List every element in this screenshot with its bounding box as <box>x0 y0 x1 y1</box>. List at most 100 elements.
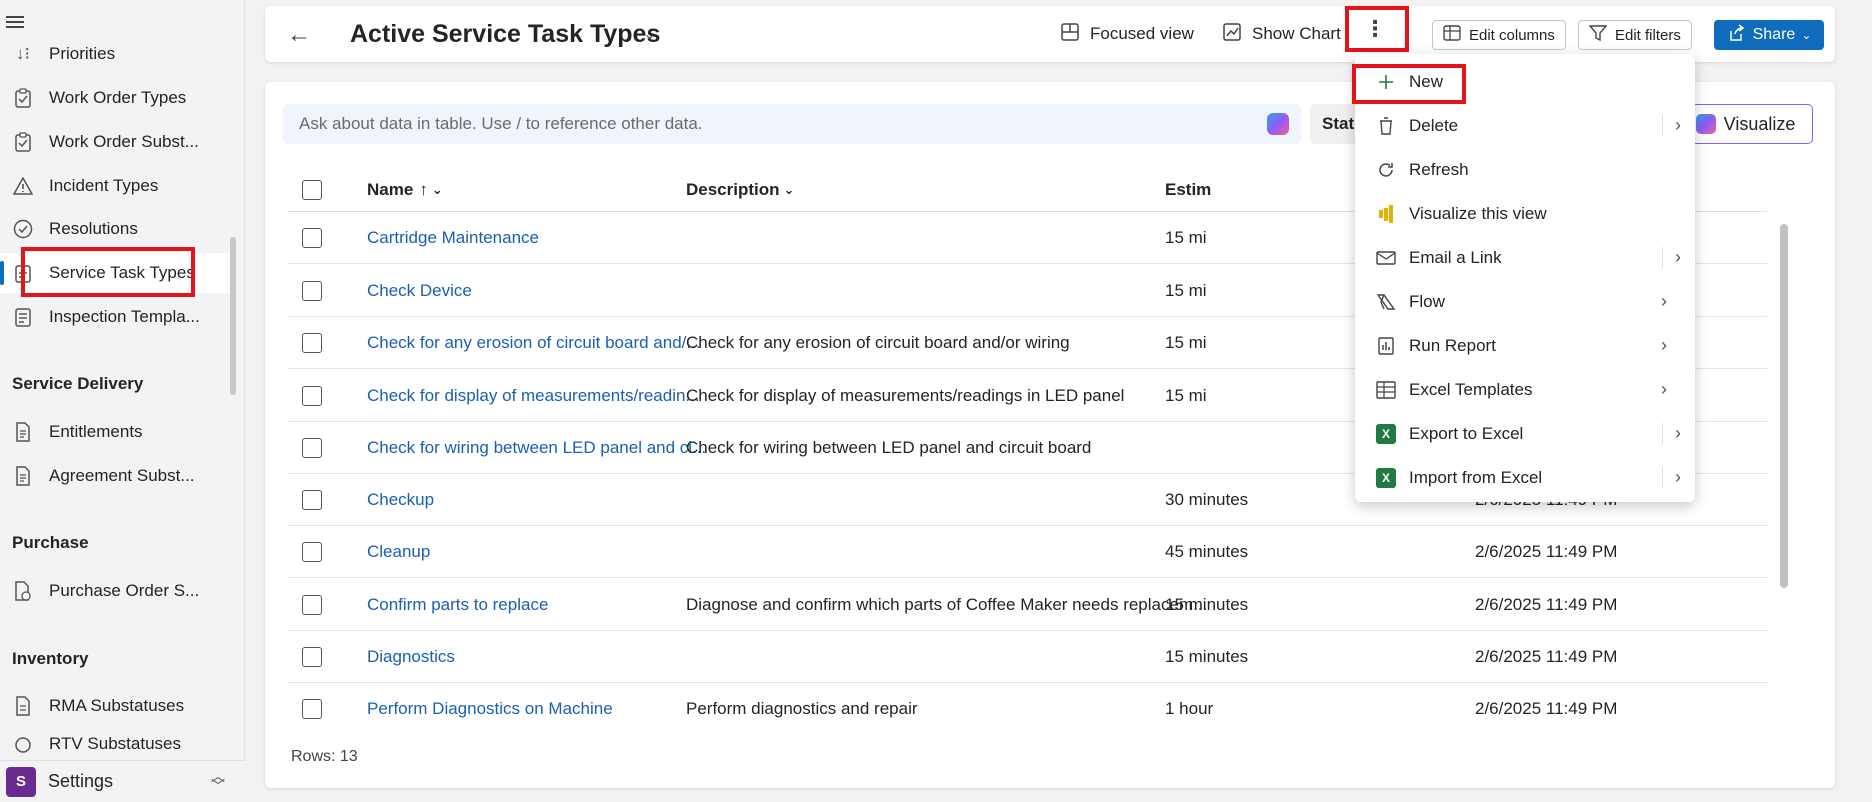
row-modified: 2/6/2025 11:49 PM <box>1475 594 1618 614</box>
menu-item-label: Import from Excel <box>1409 468 1543 487</box>
sidebar-item-priorities[interactable]: ↓⁝ Priorities <box>0 34 230 74</box>
menu-item-refresh[interactable]: Refresh <box>1355 148 1695 192</box>
area-badge: S <box>6 766 36 797</box>
refresh-icon <box>1375 159 1397 181</box>
grid-scrollbar[interactable] <box>1780 224 1788 588</box>
row-checkbox[interactable] <box>302 541 322 562</box>
sidebar-item-label: Priorities <box>49 44 116 63</box>
focused-view-button[interactable]: Focused view <box>1060 20 1194 48</box>
row-name-link[interactable]: Diagnostics <box>367 631 455 682</box>
row-name-link[interactable]: Cleanup <box>367 526 430 577</box>
chevron-right-icon[interactable]: › <box>1662 423 1681 444</box>
sidebar-item-label: Incident Types <box>49 176 159 195</box>
area-label: Settings <box>48 771 114 791</box>
sidebar: ↓⁝ Priorities Work Order Types Work Orde… <box>0 0 245 802</box>
row-checkbox[interactable] <box>302 646 322 667</box>
row-checkbox[interactable] <box>302 698 322 719</box>
row-name-link[interactable]: Check for display of measurements/readin… <box>367 370 700 421</box>
flow-icon <box>1375 291 1397 313</box>
sidebar-item-service-task-types[interactable]: Service Task Types <box>0 253 230 293</box>
checklist-icon <box>12 306 34 328</box>
menu-item-label: Visualize this view <box>1409 204 1547 223</box>
row-name-link[interactable]: Checkup <box>367 474 434 525</box>
area-switcher[interactable]: S Settings ︿ ﹀ <box>0 760 245 802</box>
back-arrow-icon[interactable]: ← <box>287 21 311 49</box>
edit-columns-button[interactable]: Edit columns <box>1432 20 1566 50</box>
chevron-right-icon[interactable]: › <box>1662 115 1681 136</box>
edit-columns-label: Edit columns <box>1469 26 1555 44</box>
row-name-link[interactable]: Check Device <box>367 265 472 316</box>
sidebar-item-rtv-substatuses[interactable]: RTV Substatuses <box>0 730 230 758</box>
clipboard-icon <box>12 87 34 109</box>
chevron-right-icon[interactable]: › <box>1661 379 1667 400</box>
sidebar-item-agreement-substatuses[interactable]: Agreement Subst... <box>0 456 230 496</box>
sidebar-item-entitlements[interactable]: Entitlements <box>0 412 230 452</box>
row-checkbox[interactable] <box>302 489 322 510</box>
menu-item-visualize-this-view[interactable]: Visualize this view <box>1355 192 1695 236</box>
visualize-button[interactable]: Visualize <box>1678 104 1813 144</box>
chevron-down-icon: ⌄ <box>1801 28 1812 42</box>
chevron-up-down-icon: ︿ ﹀ <box>211 768 225 794</box>
sort-icon: ↓⁝ <box>16 44 30 63</box>
row-checkbox[interactable] <box>302 594 322 615</box>
menu-item-export-to-excel[interactable]: X Export to Excel › <box>1355 412 1695 456</box>
edit-filters-button[interactable]: Edit filters <box>1578 20 1692 50</box>
menu-item-email-a-link[interactable]: Email a Link › <box>1355 236 1695 280</box>
hamburger-menu-icon[interactable] <box>6 16 24 28</box>
sidebar-item-label: Purchase Order S... <box>49 581 200 600</box>
menu-item-label: Export to Excel <box>1409 424 1524 443</box>
chevron-right-icon[interactable]: › <box>1661 335 1667 356</box>
menu-item-excel-templates[interactable]: Excel Templates › <box>1355 368 1695 412</box>
table-row[interactable]: Perform Diagnostics on Machine Perform d… <box>287 683 1767 730</box>
row-name-link[interactable]: Confirm parts to replace <box>367 579 548 630</box>
row-modified: 2/6/2025 11:49 PM <box>1475 541 1618 561</box>
row-name-link[interactable]: Check for any erosion of circuit board a… <box>367 317 701 368</box>
sidebar-item-rma-substatuses[interactable]: RMA Substatuses <box>0 686 230 726</box>
sidebar-item-work-order-substatuses[interactable]: Work Order Subst... <box>0 122 230 162</box>
menu-item-import-from-excel[interactable]: X Import from Excel › <box>1355 456 1695 500</box>
trash-icon <box>1375 115 1397 137</box>
sidebar-item-work-order-types[interactable]: Work Order Types <box>0 78 230 118</box>
menu-item-delete[interactable]: Delete › <box>1355 104 1695 148</box>
share-button[interactable]: Share ⌄ <box>1714 20 1824 50</box>
row-name-link[interactable]: Check for wiring between LED panel and c… <box>367 422 706 473</box>
chevron-right-icon[interactable]: › <box>1662 247 1681 268</box>
sidebar-item-resolutions[interactable]: Resolutions <box>0 209 230 249</box>
row-duration: 15 mi <box>1165 332 1207 352</box>
table-row[interactable]: Cleanup 45 minutes 2/6/2025 11:49 PM <box>287 526 1767 578</box>
table-row[interactable]: Diagnostics 15 minutes 2/6/2025 11:49 PM <box>287 631 1767 683</box>
column-header-name[interactable]: Name ↑ ⌄ <box>367 168 443 211</box>
row-checkbox[interactable] <box>302 332 322 353</box>
table-row[interactable]: Confirm parts to replace Diagnose and co… <box>287 579 1767 631</box>
sidebar-item-purchase-order-substatuses[interactable]: Purchase Order S... <box>0 571 230 611</box>
column-label: Estim <box>1165 179 1212 199</box>
select-all-checkbox[interactable] <box>302 179 322 200</box>
menu-item-new[interactable]: New <box>1355 60 1695 104</box>
chart-icon <box>1222 22 1242 47</box>
menu-item-run-report[interactable]: Run Report › <box>1355 324 1695 368</box>
row-checkbox[interactable] <box>302 385 322 406</box>
menu-item-label: Refresh <box>1409 160 1469 179</box>
row-name-link[interactable]: Cartridge Maintenance <box>367 212 539 263</box>
email-icon <box>1375 247 1397 269</box>
row-name-link[interactable]: Perform Diagnostics on Machine <box>367 683 613 730</box>
chevron-right-icon[interactable]: › <box>1662 467 1681 488</box>
column-header-estimated-duration[interactable]: Estim <box>1165 168 1211 211</box>
copilot-ask-input[interactable]: Ask about data in table. Use / to refere… <box>283 104 1301 144</box>
rows-count: Rows: 13 <box>291 748 358 765</box>
chevron-down-icon[interactable]: ⌄ <box>643 24 656 44</box>
sidebar-scrollbar[interactable] <box>230 237 236 395</box>
sidebar-item-incident-types[interactable]: Incident Types <box>0 166 230 206</box>
more-commands-button[interactable]: ⋮ <box>1348 8 1402 50</box>
sidebar-item-inspection-templates[interactable]: Inspection Templa... <box>0 297 230 337</box>
show-chart-button[interactable]: Show Chart <box>1222 20 1341 48</box>
row-checkbox[interactable] <box>302 280 322 301</box>
chevron-right-icon[interactable]: › <box>1661 291 1667 312</box>
row-checkbox[interactable] <box>302 227 322 248</box>
menu-item-flow[interactable]: Flow › <box>1355 280 1695 324</box>
page-title[interactable]: Active Service Task Types <box>350 20 660 49</box>
edit-columns-icon <box>1443 24 1461 47</box>
column-header-description[interactable]: Description ⌄ <box>686 168 794 211</box>
copilot-icon[interactable] <box>1267 113 1289 135</box>
row-checkbox[interactable] <box>302 437 322 458</box>
